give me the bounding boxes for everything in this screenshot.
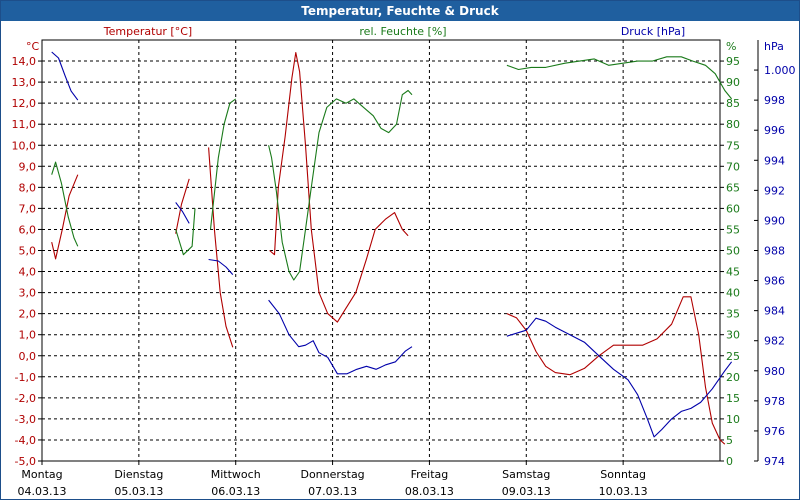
humidity-line — [51, 161, 79, 247]
x-tick-date: 09.03.13 — [502, 485, 551, 498]
temp-tick-label: -1,0 — [15, 371, 36, 384]
pressure-tick-label: 1.000 — [764, 64, 796, 77]
humidity-tick-label: 55 — [726, 223, 740, 236]
humidity-tick-label: 10 — [726, 413, 740, 426]
pressure-tick-label: 990 — [764, 214, 785, 227]
x-tick-date: 06.03.13 — [211, 485, 260, 498]
pressure-tick-label: 998 — [764, 94, 785, 107]
pressure-tick-label: 988 — [764, 245, 785, 258]
humidity-line — [506, 56, 733, 100]
pressure-line — [175, 202, 190, 224]
x-tick-date: 07.03.13 — [308, 485, 357, 498]
temp-tick-label: 14,0 — [12, 55, 37, 68]
temperature-line — [208, 147, 234, 348]
humidity-tick-label: 45 — [726, 266, 740, 279]
pressure-tick-label: 986 — [764, 275, 785, 288]
humidity-tick-label: 65 — [726, 181, 740, 194]
temp-unit: °C — [26, 40, 40, 53]
pressure-series-label: Druck [hPa] — [621, 25, 685, 38]
humidity-line — [175, 208, 196, 256]
pressure-unit: hPa — [764, 40, 784, 53]
pressure-line — [268, 299, 413, 375]
pressure-line — [51, 51, 79, 101]
temp-tick-label: 10,0 — [12, 139, 37, 152]
temp-tick-label: 4,0 — [19, 266, 37, 279]
humidity-unit: % — [726, 40, 736, 53]
x-tick-day: Dienstag — [114, 468, 163, 481]
temp-tick-label: 13,0 — [12, 76, 37, 89]
humidity-tick-label: 60 — [726, 202, 740, 215]
x-tick-day: Montag — [21, 468, 62, 481]
pressure-tick-label: 978 — [764, 395, 785, 408]
temp-tick-label: 0,0 — [19, 350, 37, 363]
humidity-tick-label: 50 — [726, 245, 740, 258]
temp-tick-label: 8,0 — [19, 181, 37, 194]
pressure-tick-label: 974 — [764, 455, 785, 468]
pressure-tick-label: 976 — [764, 425, 785, 438]
pressure-tick-label: 980 — [764, 365, 785, 378]
temp-tick-label: 5,0 — [19, 245, 37, 258]
temp-tick-label: 1,0 — [19, 329, 37, 342]
temp-tick-label: 2,0 — [19, 308, 37, 321]
temp-tick-label: 12,0 — [12, 97, 37, 110]
x-tick-date: 08.03.13 — [405, 485, 454, 498]
humidity-tick-label: 75 — [726, 139, 740, 152]
humidity-tick-label: 90 — [726, 76, 740, 89]
humidity-line — [209, 98, 237, 230]
x-tick-day: Donnerstag — [300, 468, 364, 481]
x-tick-day: Samstag — [502, 468, 550, 481]
temp-series-label: Temperatur [°C] — [103, 25, 192, 38]
humidity-tick-label: 15 — [726, 392, 740, 405]
humidity-series-label: rel. Feuchte [%] — [359, 25, 446, 38]
temp-tick-label: -2,0 — [15, 392, 36, 405]
humidity-tick-label: 30 — [726, 329, 740, 342]
temp-tick-label: -5,0 — [15, 455, 36, 468]
x-tick-date: 10.03.13 — [599, 485, 648, 498]
humidity-tick-label: 80 — [726, 118, 740, 131]
humidity-tick-label: 0 — [726, 455, 733, 468]
humidity-tick-label: 5 — [726, 434, 733, 447]
pressure-line — [208, 258, 234, 275]
pressure-tick-label: 994 — [764, 154, 785, 167]
line-chart: 14,0 13,0 12,0 11,0 10,0 9,0 8,0 7,0 6,0 5,0 4,0 3,… — [12, 25, 796, 498]
humidity-tick-label: 40 — [726, 287, 740, 300]
series-lines — [51, 51, 733, 445]
humidity-tick-label: 70 — [726, 160, 740, 173]
pressure-tick-label: 982 — [764, 335, 785, 348]
humidity-tick-label: 20 — [726, 371, 740, 384]
humidity-tick-label: 95 — [726, 55, 740, 68]
x-tick-day: Freitag — [411, 468, 449, 481]
humidity-tick-label: 25 — [726, 350, 740, 363]
x-tick-date: 05.03.13 — [114, 485, 163, 498]
temp-tick-label: -3,0 — [15, 413, 36, 426]
temp-tick-label: 9,0 — [19, 160, 37, 173]
pressure-tick-label: 992 — [764, 184, 785, 197]
temp-tick-label: -4,0 — [15, 434, 36, 447]
temp-tick-label: 6,0 — [19, 223, 37, 236]
axes — [38, 39, 759, 465]
temp-tick-label: 3,0 — [19, 287, 37, 300]
humidity-tick-label: 85 — [726, 97, 740, 110]
x-tick-date: 04.03.13 — [18, 485, 67, 498]
x-tick-day: Sonntag — [600, 468, 646, 481]
grid — [42, 40, 720, 461]
pressure-tick-label: 996 — [764, 124, 785, 137]
temp-tick-label: 11,0 — [12, 118, 37, 131]
humidity-tick-label: 35 — [726, 308, 740, 321]
x-tick-day: Mittwoch — [211, 468, 261, 481]
labels: 14,0 13,0 12,0 11,0 10,0 9,0 8,0 7,0 6,0 5,0 4,0 3,… — [12, 25, 796, 498]
humidity-line — [268, 89, 413, 281]
pressure-tick-label: 984 — [764, 305, 785, 318]
temp-tick-label: 7,0 — [19, 202, 37, 215]
